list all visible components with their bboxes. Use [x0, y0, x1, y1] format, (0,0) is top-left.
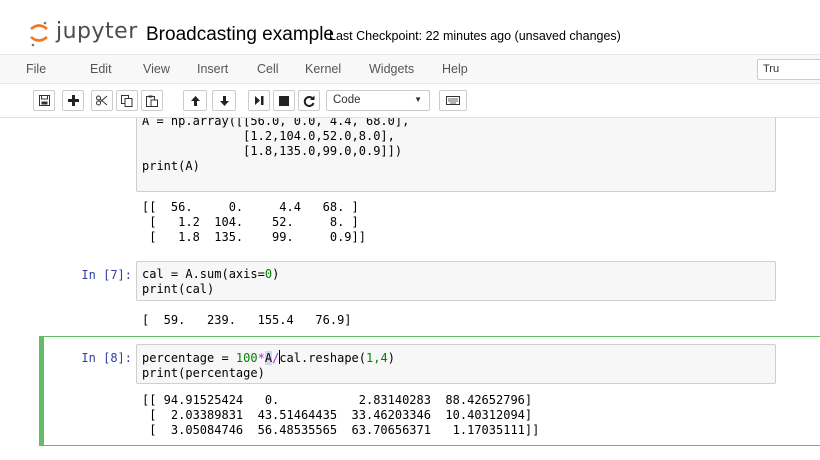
menu-widgets[interactable]: Widgets — [369, 62, 414, 76]
cell-2-output: [ 59. 239. 155.4 76.9] — [142, 313, 352, 327]
checkpoint-status: Last Checkpoint: 22 minutes ago (unsaved… — [329, 29, 621, 43]
trusted-indicator[interactable]: Tru — [757, 59, 820, 80]
code-cell-2-input[interactable]: cal = A.sum(axis=0) print(cal) — [136, 261, 776, 301]
notebook-title[interactable]: Broadcasting example — [146, 24, 334, 46]
restart-button[interactable] — [298, 90, 320, 111]
menubar: File Edit View Insert Cell Kernel Widget… — [0, 54, 820, 84]
menu-kernel[interactable]: Kernel — [305, 62, 341, 76]
code-line: print(A) — [142, 159, 200, 173]
code-line: percentage = 100*A/cal.reshape(1,4) — [142, 350, 775, 366]
cell-3-output: [[ 94.91525424 0. 2.83140283 88.42652796… — [142, 393, 540, 437]
run-icon — [254, 96, 263, 105]
arrow-down-icon — [219, 95, 229, 106]
run-button[interactable] — [248, 90, 270, 111]
move-down-button[interactable] — [212, 90, 236, 111]
code-token: cal.reshape( — [279, 351, 367, 365]
cut-icon — [96, 95, 108, 106]
code-line: [1.2,104.0,52.0,8.0], — [142, 129, 395, 143]
code-token: ) — [387, 351, 395, 365]
code-cell-1-input[interactable]: A = np.array([[56.0, 0.0, 4.4, 68.0], [1… — [136, 118, 776, 192]
menu-help[interactable]: Help — [442, 62, 468, 76]
logo-text[interactable]: jupyter — [56, 19, 138, 44]
code-line: print(cal) — [142, 282, 215, 296]
paste-icon — [146, 95, 158, 107]
code-token: percentage = — [142, 351, 236, 365]
code-token: cal = A.sum(axis= — [142, 267, 265, 281]
keyboard-icon — [446, 96, 460, 105]
notebook-container: A = np.array([[56.0, 0.0, 4.4, 68.0], [1… — [0, 118, 820, 460]
selected-cell-indicator — [39, 336, 44, 446]
code-line: cal = A.sum(axis=0) — [142, 267, 775, 282]
code-line: print(percentage) — [142, 366, 265, 380]
cell-type-value: Code — [333, 94, 361, 106]
menu-edit[interactable]: Edit — [90, 62, 112, 76]
cut-button[interactable] — [91, 90, 113, 111]
plus-icon — [67, 95, 79, 106]
stop-icon — [279, 95, 289, 106]
code-line: A = np.array([[56.0, 0.0, 4.4, 68.0], — [142, 118, 410, 128]
code-line: [1.8,135.0,99.0,0.9]]) — [142, 144, 403, 158]
code-number: 0 — [264, 267, 273, 281]
copy-icon — [121, 94, 133, 107]
copy-button[interactable] — [116, 90, 138, 111]
paste-button[interactable] — [141, 90, 163, 111]
cell-type-select[interactable]: Code ▼ — [326, 90, 430, 111]
interrupt-button[interactable] — [273, 90, 295, 111]
jupyter-logo-icon[interactable] — [30, 18, 48, 48]
menu-insert[interactable]: Insert — [197, 62, 228, 76]
caret-down-icon: ▼ — [414, 95, 422, 104]
menu-file[interactable]: File — [26, 62, 46, 76]
cell-1-output: [[ 56. 0. 4.4 68. ] [ 1.2 104. 52. 8. ] … — [142, 200, 366, 244]
save-icon — [38, 95, 50, 106]
menu-cell[interactable]: Cell — [257, 62, 279, 76]
arrow-up-icon — [190, 95, 200, 106]
restart-icon — [303, 95, 315, 107]
insert-cell-button[interactable] — [62, 90, 84, 111]
cell-2-prompt: In [7]: — [81, 268, 132, 282]
move-up-button[interactable] — [183, 90, 207, 111]
notebook-header: jupyter Broadcasting example Last Checkp… — [0, 0, 820, 54]
code-cell-3-input[interactable]: percentage = 100*A/cal.reshape(1,4) prin… — [136, 344, 776, 384]
cell-3-prompt: In [8]: — [81, 351, 132, 365]
code-token-highlight: A — [264, 351, 273, 365]
command-palette-button[interactable] — [439, 90, 467, 111]
code-token: ) — [272, 267, 280, 281]
code-number: 100 — [235, 351, 258, 365]
toolbar: Code ▼ — [0, 84, 820, 118]
code-operator: * — [257, 351, 265, 365]
menu-view[interactable]: View — [143, 62, 170, 76]
code-number: 1,4 — [366, 351, 388, 365]
save-button[interactable] — [33, 90, 55, 111]
